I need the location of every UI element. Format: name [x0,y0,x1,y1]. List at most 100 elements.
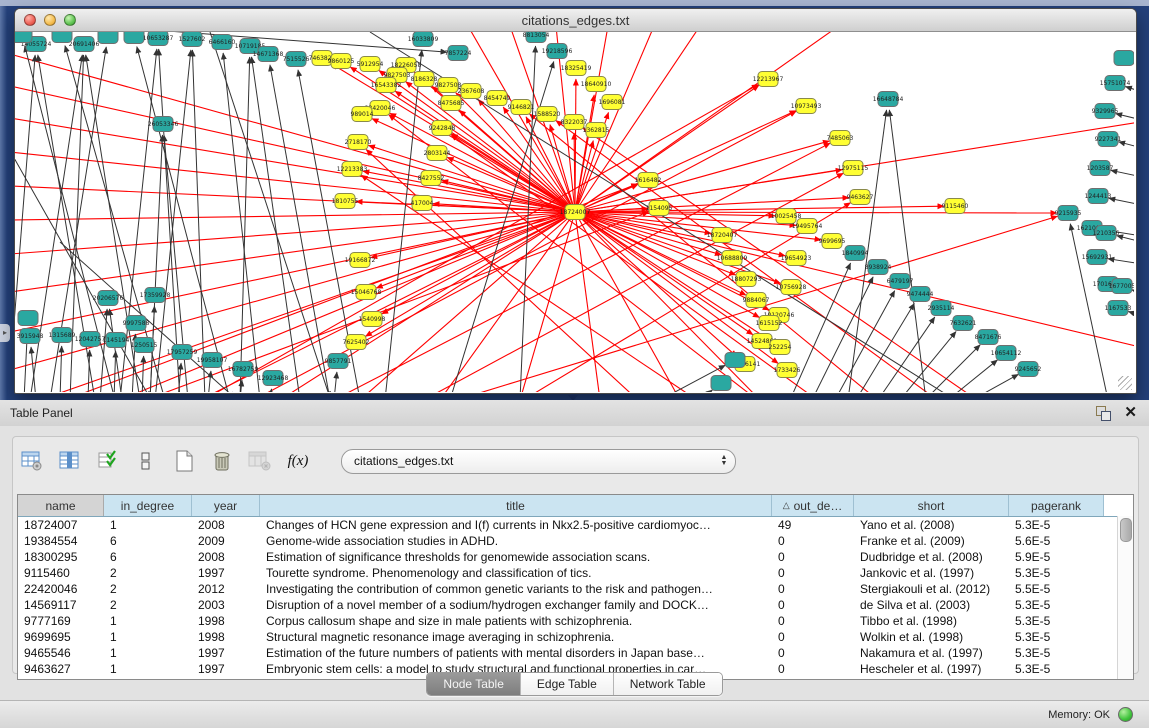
graph-edge-red[interactable] [575,212,600,392]
table-cell[interactable]: 6 [104,549,192,565]
table-cell[interactable]: 1 [104,645,192,661]
table-cell[interactable]: 2009 [192,533,260,549]
table-cell[interactable]: 0 [772,549,854,565]
table-cell[interactable]: 9777169 [18,613,104,629]
table-cell[interactable]: 1 [104,629,192,645]
table-cell[interactable]: 22420046 [18,581,104,597]
table-cell[interactable]: 9699695 [18,629,104,645]
zoom-window-button[interactable] [64,14,76,26]
graph-edge-black[interactable] [1116,114,1134,120]
table-cell[interactable]: 2 [104,565,192,581]
table-cell[interactable]: 5.3E-5 [1009,565,1104,581]
graph-node[interactable] [1114,51,1134,66]
graph-edge-black[interactable] [700,390,712,392]
graph-edge-black[interactable] [878,317,935,392]
table-cell[interactable]: 0 [772,629,854,645]
graph-edge-black[interactable] [1128,311,1134,316]
table-cell[interactable]: 2008 [192,517,260,533]
graph-edge-red[interactable] [360,212,575,392]
table-row[interactable]: 911546021997Tourette syndrome. Phenomeno… [18,565,1133,581]
graph-edge-black[interactable] [948,360,997,392]
table-selector-dropdown[interactable]: citations_edges.txt ▲▼ [341,449,736,474]
scrollbar-thumb[interactable] [1120,518,1132,542]
graph-edge-black[interactable] [1070,224,1108,392]
table-settings-icon[interactable] [19,448,45,474]
graph-edge-black[interactable] [1125,86,1134,92]
memory-status-indicator[interactable] [1118,707,1133,722]
row-height-icon[interactable] [133,448,159,474]
column-header-pagerank[interactable]: pagerank [1009,495,1104,516]
table-row[interactable]: 1830029562008Estimation of significance … [18,549,1133,565]
table-cell[interactable]: 1998 [192,629,260,645]
table-cell[interactable]: Nakamura et al. (1997) [854,645,1009,661]
graph-edge-red[interactable] [15,212,575,332]
graph-window-titlebar[interactable]: citations_edges.txt [15,9,1136,32]
column-header-out_de[interactable]: △out_de… [772,495,854,516]
graph-edge-black[interactable] [812,277,873,392]
graph-edge-red[interactable] [15,212,575,292]
graph-edge-black[interactable] [835,291,895,392]
graph-edge-black[interactable] [252,57,300,392]
delete-table-icon-disabled[interactable] [247,448,273,474]
table-cell[interactable]: 5.3E-5 [1009,613,1104,629]
table-cell[interactable]: 49 [772,517,854,533]
table-cell[interactable]: Stergiakouli et al. (2012) [854,581,1009,597]
graph-edge-black[interactable] [856,303,914,392]
graph-edge-red[interactable] [529,114,880,392]
table-cell[interactable]: Tourette syndrome. Phenomenology and cla… [260,565,772,581]
table-cell[interactable]: 6 [104,533,192,549]
graph-node[interactable] [711,376,731,391]
graph-edge-black[interactable] [270,65,330,392]
table-cell[interactable]: 1 [104,517,192,533]
graph-edge-red[interactable] [575,79,576,212]
table-cell[interactable]: Genome-wide association studies in ADHD. [260,533,772,549]
column-header-short[interactable]: short [854,495,1009,516]
graph-edge-black[interactable] [889,110,926,392]
graph-node[interactable] [98,32,118,44]
table-cell[interactable]: 0 [772,597,854,613]
table-cell[interactable]: Disruption of a novel member of a sodium… [260,597,772,613]
network-graph-canvas[interactable]: 1405572420691406106532871527602646616010… [15,32,1134,392]
graph-edge-black[interactable] [1132,290,1134,294]
table-cell[interactable]: 2008 [192,549,260,565]
graph-edge-red[interactable] [520,212,575,392]
table-cell[interactable]: 2012 [192,581,260,597]
graph-edge-black[interactable] [100,309,107,392]
close-panel-icon[interactable]: ✕ [1124,406,1137,420]
table-cell[interactable]: 2 [104,597,192,613]
table-cell[interactable]: 0 [772,533,854,549]
column-header-in_degree[interactable]: in_degree [104,495,192,516]
table-cell[interactable]: Estimation of significance thresholds fo… [260,549,772,565]
table-row[interactable]: 2242004622012Investigating the contribut… [18,581,1133,597]
table-cell[interactable]: 18724007 [18,517,104,533]
minimize-window-button[interactable] [44,14,56,26]
table-row[interactable]: 1938455462009Genome-wide association stu… [18,533,1133,549]
table-cell[interactable]: Structural magnetic resonance image aver… [260,629,772,645]
table-cell[interactable]: 5.6E-5 [1009,533,1104,549]
function-builder-icon[interactable]: f(x) [285,448,311,474]
graph-edge-black[interactable] [128,32,447,52]
table-cell[interactable]: 0 [772,581,854,597]
graph-edge-black[interactable] [60,346,62,392]
table-row[interactable]: 977716911998Corpus callosum shape and si… [18,613,1133,629]
graph-node[interactable] [52,32,72,43]
graph-node[interactable] [124,32,144,44]
table-cell[interactable]: 1997 [192,645,260,661]
column-header-year[interactable]: year [192,495,260,516]
table-cell[interactable]: Dudbridge et al. (2008) [854,549,1009,565]
table-cell[interactable]: Corpus callosum shape and size in male p… [260,613,772,629]
vertical-scrollbar[interactable] [1117,516,1133,679]
graph-edge-red[interactable] [556,121,940,392]
graph-edge-black[interactable] [15,142,150,392]
table-cell[interactable]: Wolkin et al. (1998) [854,629,1009,645]
tab-network-table[interactable]: Network Table [614,673,722,695]
table-row[interactable]: 1872400712008Changes of HCN gene express… [18,517,1133,533]
table-cell[interactable]: 0 [772,645,854,661]
graph-edge-black[interactable] [114,351,116,392]
float-panel-icon[interactable] [1096,406,1110,420]
delete-rows-trash-icon[interactable] [209,448,235,474]
collapsed-panel-arrow[interactable]: ▸ [0,324,10,342]
graph-edge-black[interactable] [1109,198,1134,205]
graph-edge-red[interactable] [372,119,575,212]
tab-edge-table[interactable]: Edge Table [521,673,614,695]
